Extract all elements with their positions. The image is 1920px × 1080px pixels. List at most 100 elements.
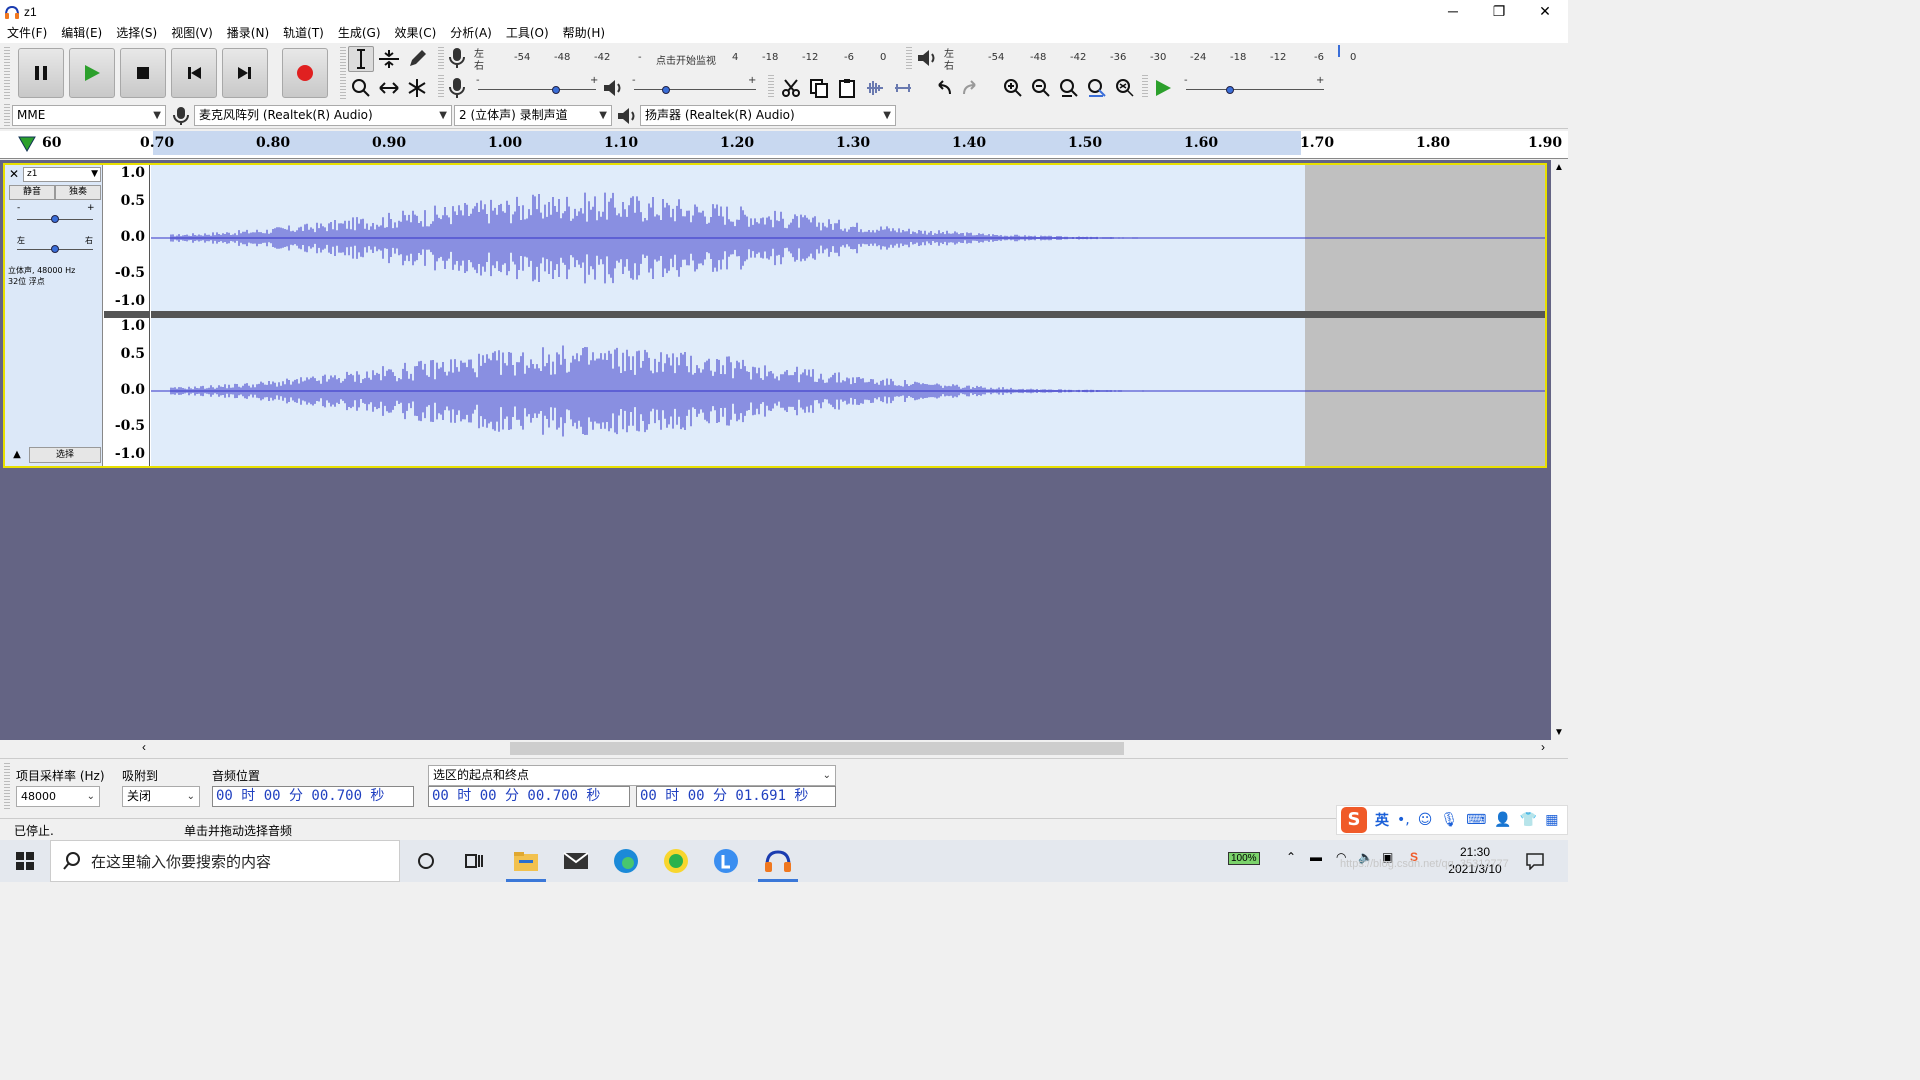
device-toolbar-grip[interactable] [4,104,10,126]
pan-thumb[interactable] [51,245,59,253]
recording-channels-select[interactable]: 2 (立体声) 录制声道 ▼ [454,105,612,126]
tray-battery-icon[interactable]: ▬ [1310,850,1322,864]
stop-button[interactable] [120,48,166,98]
menu-generate[interactable]: 生成(G) [331,23,388,43]
fit-selection-button[interactable] [1056,75,1082,101]
recording-volume-thumb[interactable] [552,86,560,94]
speaker-icon[interactable] [916,48,938,68]
transport-toolbar-grip[interactable] [4,47,10,99]
collapse-track-icon[interactable]: ▲ [7,447,27,463]
record-button[interactable] [282,48,328,98]
close-button[interactable]: ✕ [1522,0,1568,23]
cortana-icon[interactable] [410,846,442,876]
minimize-button[interactable]: ─ [1430,0,1476,23]
play-at-speed-button[interactable] [1150,75,1176,101]
menu-select[interactable]: 选择(S) [109,23,164,43]
selection-mode-select[interactable]: 选区的起点和终点 ⌄ [428,765,836,786]
undo-button[interactable] [930,75,956,101]
tools-toolbar-grip[interactable] [340,47,346,99]
scroll-right-icon[interactable]: › [1541,740,1545,754]
recording-volume-slider[interactable] [478,83,596,97]
ime-language[interactable]: 英 [1375,810,1389,830]
menu-tracks[interactable]: 轨道(T) [276,23,331,43]
multi-tool[interactable] [404,75,430,101]
select-track-button[interactable]: 选择 [29,447,101,463]
zoom-tool[interactable] [348,75,374,101]
menu-tools[interactable]: 工具(O) [499,23,556,43]
timeline-ruler[interactable]: 60 0.70 0.80 0.90 1.00 1.10 1.20 1.30 1.… [0,131,1568,159]
cut-button[interactable] [778,75,804,101]
playback-volume-slider[interactable] [634,83,756,97]
vertical-scrollbar[interactable]: ▲ ▼ [1551,160,1568,740]
mute-button[interactable]: 静音 [9,185,55,200]
selection-tool[interactable] [348,46,374,72]
draw-tool[interactable] [404,46,430,72]
audio-track[interactable]: ✕ z1 ▼ 静音 独奏 - + 左 右 立体声, 48000 Hz 32位 浮… [3,163,1547,468]
trim-audio-button[interactable] [862,75,888,101]
recording-device-select[interactable]: 麦克风阵列 (Realtek(R) Audio) ▼ [194,105,452,126]
envelope-tool[interactable] [376,46,402,72]
waveform-view[interactable] [151,165,1545,466]
audacity-taskbar-icon[interactable] [758,846,798,882]
solo-button[interactable]: 独奏 [55,185,101,200]
track-control-panel[interactable]: ✕ z1 ▼ 静音 独奏 - + 左 右 立体声, 48000 Hz 32位 浮… [5,165,103,466]
toolbox-icon[interactable]: ▦ [1545,812,1558,828]
user-icon[interactable]: 👤 [1494,812,1511,828]
edge-browser-icon[interactable] [610,846,642,876]
fit-project-button[interactable] [1084,75,1110,101]
taskbar-search-box[interactable]: 在这里输入你要搜索的内容 [50,840,400,882]
edit-toolbar-grip[interactable] [768,75,774,99]
time-shift-tool[interactable] [376,75,402,101]
horizontal-scrollbar[interactable]: ‹ › [140,740,1551,757]
keyboard-icon[interactable]: ⌨ [1466,812,1486,828]
qq-music-icon[interactable] [660,846,692,876]
ime-toolbar[interactable]: S 英 •, ☺ 🎙 ⌨ 👤 👕 ▦ [1336,805,1568,835]
voice-icon[interactable]: 🎙 [1440,812,1458,828]
restore-button[interactable]: ❐ [1476,0,1522,23]
silence-audio-button[interactable] [890,75,916,101]
pause-button[interactable] [18,48,64,98]
snap-to-select[interactable]: 关闭 ⌄ [122,786,200,807]
menu-edit[interactable]: 编辑(E) [54,23,109,43]
playback-speed-thumb[interactable] [1226,86,1234,94]
selection-start-field[interactable]: 00 时 00 分 00.700 秒 [428,786,630,807]
play-meter-grip[interactable] [906,47,912,71]
rec-meter-grip[interactable] [438,47,444,71]
sogou-ime-icon[interactable]: S [1341,807,1367,833]
menu-file[interactable]: 文件(F) [0,23,54,43]
mail-icon[interactable] [560,846,592,876]
selection-end-field[interactable]: 00 时 00 分 01.691 秒 [636,786,836,807]
playback-meter[interactable]: -54 -48 -42 -36 -30 -24 -18 -12 -6 0 [958,45,1368,69]
skip-to-end-button[interactable] [222,48,268,98]
task-view-icon[interactable] [458,846,490,876]
selection-toolbar-grip[interactable] [4,763,10,811]
playback-speed-slider[interactable] [1186,83,1324,97]
track-name-menu[interactable]: z1 ▼ [23,167,101,182]
scroll-down-icon[interactable]: ▼ [1554,727,1564,738]
zoom-toggle-button[interactable] [1112,75,1138,101]
zoom-in-button[interactable] [1000,75,1026,101]
menu-transport[interactable]: 播录(N) [220,23,276,43]
close-track-icon[interactable]: ✕ [7,167,21,181]
play-at-speed-grip[interactable] [1142,75,1148,99]
menu-help[interactable]: 帮助(H) [556,23,612,43]
windows-start-icon[interactable] [16,852,34,870]
playback-volume-thumb[interactable] [662,86,670,94]
notification-icon[interactable] [1526,852,1544,870]
battery-icon[interactable]: 100% [1228,850,1260,865]
project-rate-select[interactable]: 48000 ⌄ [16,786,100,807]
horizontal-scroll-thumb[interactable] [510,742,1124,755]
paste-button[interactable] [834,75,860,101]
track-area[interactable]: ✕ z1 ▼ 静音 独奏 - + 左 右 立体声, 48000 Hz 32位 浮… [0,160,1551,740]
file-explorer-icon[interactable] [506,846,546,882]
microphone-icon[interactable] [448,47,466,69]
scroll-left-icon[interactable]: ‹ [142,740,146,754]
tray-chevron-up-icon[interactable]: ⌃ [1286,850,1296,864]
skin-icon[interactable]: 👕 [1520,812,1537,828]
redo-button[interactable] [958,75,984,101]
gain-thumb[interactable] [51,215,59,223]
menu-view[interactable]: 视图(V) [164,23,220,43]
mixer-toolbar-grip[interactable] [438,75,444,99]
skip-to-start-button[interactable] [171,48,217,98]
audio-position-field[interactable]: 00 时 00 分 00.700 秒 [212,786,414,807]
